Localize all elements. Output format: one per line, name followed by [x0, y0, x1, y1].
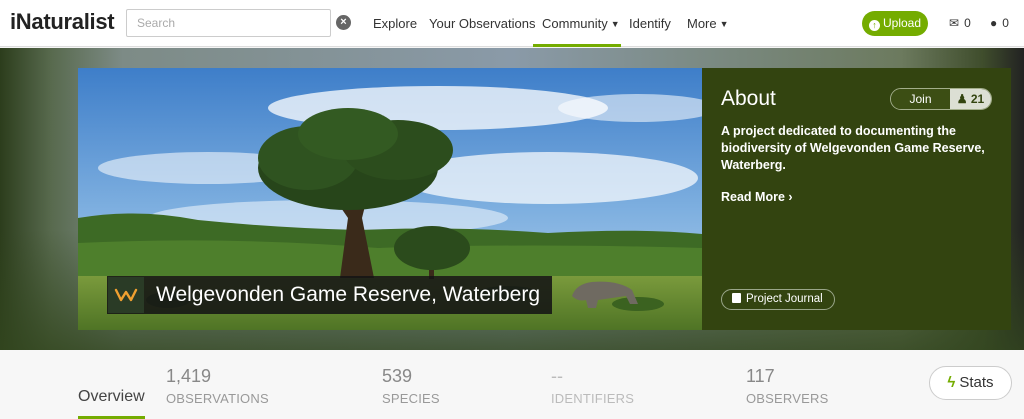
- nav-more[interactable]: More ▼: [687, 16, 729, 31]
- search-input[interactable]: [126, 9, 331, 37]
- stat-observers[interactable]: 117 OBSERVERS: [746, 366, 828, 406]
- nav-explore[interactable]: Explore: [373, 16, 417, 31]
- upload-button[interactable]: ↑ Upload: [862, 11, 928, 36]
- chevron-down-icon: ▼: [610, 19, 620, 29]
- top-navbar: iNaturalist × Explore Your Observations …: [0, 0, 1024, 47]
- members-count: 21: [970, 92, 985, 106]
- search-clear-icon[interactable]: ×: [336, 15, 351, 30]
- observers-count: 117: [746, 366, 775, 386]
- chevron-right-icon: ›: [788, 190, 793, 204]
- observations-count: 1,419: [166, 366, 212, 386]
- book-icon: [732, 293, 741, 303]
- speech-bubble-icon: ●: [990, 16, 998, 30]
- nav-community-label: Community: [542, 16, 608, 31]
- read-more-label: Read More: [721, 190, 785, 204]
- nav-more-label: More: [687, 16, 717, 31]
- project-journal-button[interactable]: Project Journal: [721, 289, 835, 310]
- nav-your-observations[interactable]: Your Observations: [429, 16, 535, 31]
- observations-label: OBSERVATIONS: [166, 391, 269, 406]
- join-group: Join ♟ 21: [890, 88, 992, 110]
- user-icon: ♟: [956, 92, 968, 106]
- about-heading: About: [721, 87, 776, 110]
- stat-species[interactable]: 539 SPECIES: [382, 366, 440, 406]
- envelope-icon: ✉: [949, 16, 960, 30]
- messages-count: 0: [964, 16, 971, 30]
- identifiers-count: --: [551, 366, 563, 386]
- nav-identify[interactable]: Identify: [629, 16, 671, 31]
- members-count-button[interactable]: ♟ 21: [950, 89, 991, 109]
- messages-button[interactable]: ✉ 0: [949, 16, 971, 30]
- project-title-banner: Welgevonden Game Reserve, Waterberg: [107, 276, 553, 314]
- chevron-down-icon: ▼: [719, 19, 729, 29]
- species-label: SPECIES: [382, 391, 440, 406]
- project-stats-bar: [0, 350, 1024, 419]
- project-logo-icon: [108, 277, 144, 313]
- inaturalist-logo[interactable]: iNaturalist: [10, 9, 115, 35]
- stat-observations[interactable]: 1,419 OBSERVATIONS: [166, 366, 269, 406]
- identifiers-label: IDENTIFIERS: [551, 391, 635, 406]
- project-title: Welgevonden Game Reserve, Waterberg: [156, 283, 541, 306]
- stats-button-label: Stats: [959, 374, 994, 391]
- species-count: 539: [382, 366, 413, 386]
- stats-button[interactable]: ϟ Stats: [929, 366, 1012, 400]
- upload-arrow-icon: ↑: [868, 20, 880, 31]
- stat-identifiers[interactable]: -- IDENTIFIERS: [551, 366, 634, 406]
- nav-community[interactable]: Community ▼: [533, 0, 621, 47]
- tab-overview[interactable]: Overview: [78, 388, 145, 419]
- observers-label: OBSERVERS: [746, 391, 829, 406]
- project-description: A project dedicated to documenting the b…: [721, 124, 985, 172]
- upload-label: Upload: [882, 16, 922, 30]
- notifications-count: 0: [1002, 16, 1009, 30]
- lightning-bolt-icon: ϟ: [947, 374, 956, 391]
- notifications-button[interactable]: ● 0: [990, 16, 1009, 30]
- read-more-link[interactable]: Read More ›: [721, 190, 793, 204]
- journal-label: Project Journal: [746, 293, 823, 305]
- join-button[interactable]: Join: [891, 89, 950, 109]
